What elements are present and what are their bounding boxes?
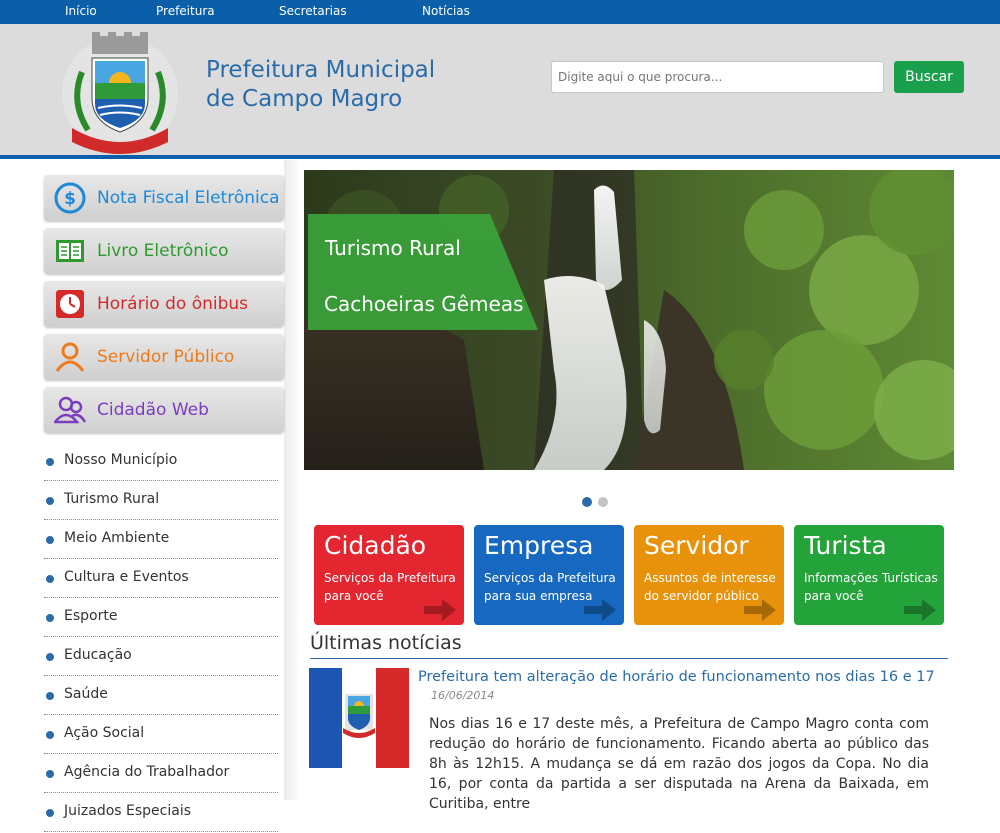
bullet-icon bbox=[46, 497, 54, 505]
sidebar-link-label: Agência do Trabalhador bbox=[64, 764, 230, 780]
sidebar-link-label: Cultura e Eventos bbox=[64, 569, 189, 585]
news-divider bbox=[310, 658, 948, 659]
arrow-right-icon bbox=[584, 599, 616, 621]
site-title[interactable]: Prefeitura Municipal de Campo Magro bbox=[206, 56, 435, 114]
tile-title: Turista bbox=[804, 531, 887, 560]
slider-dot[interactable] bbox=[598, 497, 608, 507]
site-header: Prefeitura Municipal de Campo Magro Busc… bbox=[0, 24, 1000, 155]
bullet-icon bbox=[46, 653, 54, 661]
sidebar-link-meio-ambiente[interactable]: Meio Ambiente bbox=[44, 521, 278, 559]
tile-title: Empresa bbox=[484, 531, 594, 560]
quick-link-label: Cidadão Web bbox=[97, 400, 209, 420]
person-icon bbox=[55, 342, 85, 372]
bullet-icon bbox=[46, 575, 54, 583]
quick-link-label: Horário do ônibus bbox=[97, 294, 249, 314]
site-title-line2: de Campo Magro bbox=[206, 86, 403, 112]
quick-link-cidadao-web[interactable]: Cidadão Web bbox=[44, 387, 284, 433]
tile-servidor[interactable]: Servidor Assuntos de interesse do servid… bbox=[634, 525, 784, 625]
bullet-icon bbox=[46, 692, 54, 700]
tile-turista[interactable]: Turista Informações Turísticas para você bbox=[794, 525, 944, 625]
sidebar-link-label: Juizados Especiais bbox=[64, 803, 192, 819]
quick-link-label: Livro Eletrônico bbox=[97, 241, 229, 261]
quick-link-label: Servidor Público bbox=[97, 347, 235, 367]
nav-item-noticias[interactable]: Notícias bbox=[422, 4, 470, 18]
tile-empresa[interactable]: Empresa Serviços da Prefeitura para sua … bbox=[474, 525, 624, 625]
sidebar-link-agencia-trabalhador[interactable]: Agência do Trabalhador bbox=[44, 755, 278, 793]
bullet-icon bbox=[46, 731, 54, 739]
dollar-coin-icon: $ bbox=[54, 182, 86, 214]
arrow-right-icon bbox=[424, 599, 456, 621]
sidebar-link-label: Educação bbox=[64, 647, 132, 663]
sidebar-link-label: Saúde bbox=[64, 686, 108, 702]
nav-item-prefeitura[interactable]: Prefeitura bbox=[156, 4, 215, 18]
news-item-date: 16/06/2014 bbox=[431, 689, 495, 702]
people-icon bbox=[54, 396, 86, 424]
open-book-icon bbox=[56, 240, 84, 262]
bullet-icon bbox=[46, 614, 54, 622]
sidebar-link-turismo-rural[interactable]: Turismo Rural bbox=[44, 482, 278, 520]
bullet-icon bbox=[46, 770, 54, 778]
news-item-body: Nos dias 16 e 17 deste mês, a Prefeitura… bbox=[429, 716, 929, 812]
slider-pagination bbox=[582, 492, 614, 511]
slider-dot-active[interactable] bbox=[582, 497, 592, 507]
tile-cidadao[interactable]: Cidadão Serviços da Prefeitura para você bbox=[314, 525, 464, 625]
sidebar-link-acao-social[interactable]: Ação Social bbox=[44, 716, 278, 754]
site-title-line1: Prefeitura Municipal bbox=[206, 57, 436, 83]
arrow-right-icon bbox=[904, 599, 936, 621]
sidebar: $ Nota Fiscal Eletrônica Livro Eletrônic… bbox=[44, 175, 284, 832]
news-heading: Últimas notícias bbox=[310, 632, 462, 654]
sidebar-link-label: Meio Ambiente bbox=[64, 530, 170, 546]
sidebar-link-esporte[interactable]: Esporte bbox=[44, 599, 278, 637]
tile-title: Cidadão bbox=[324, 531, 427, 560]
svg-text:$: $ bbox=[64, 189, 76, 209]
sidebar-links: Nosso Município Turismo Rural Meio Ambie… bbox=[44, 443, 278, 833]
sidebar-link-cultura-eventos[interactable]: Cultura e Eventos bbox=[44, 560, 278, 598]
top-navigation: Início Prefeitura Secretarias Notícias bbox=[0, 0, 1000, 24]
slide-caption-line2: Cachoeiras Gêmeas bbox=[324, 292, 524, 316]
clock-icon bbox=[56, 290, 84, 318]
quick-link-nota-fiscal[interactable]: $ Nota Fiscal Eletrônica bbox=[44, 175, 284, 221]
bullet-icon bbox=[46, 536, 54, 544]
sidebar-link-nosso-municipio[interactable]: Nosso Município bbox=[44, 443, 278, 481]
quick-link-horario-onibus[interactable]: Horário do ônibus bbox=[44, 281, 284, 327]
news-item-title[interactable]: Prefeitura tem alteração de horário de f… bbox=[418, 669, 935, 685]
sidebar-link-label: Ação Social bbox=[64, 725, 145, 741]
city-coat-of-arms-logo[interactable] bbox=[60, 32, 180, 154]
bullet-icon bbox=[46, 809, 54, 817]
quick-link-servidor-publico[interactable]: Servidor Público bbox=[44, 334, 284, 380]
sidebar-link-label: Esporte bbox=[64, 608, 118, 624]
sidebar-link-label: Turismo Rural bbox=[64, 491, 160, 507]
tile-title: Servidor bbox=[644, 531, 749, 560]
sidebar-link-educacao[interactable]: Educação bbox=[44, 638, 278, 676]
nav-item-inicio[interactable]: Início bbox=[65, 4, 97, 18]
search-button[interactable]: Buscar bbox=[894, 61, 964, 93]
arrow-right-icon bbox=[744, 599, 776, 621]
search-input[interactable] bbox=[551, 61, 884, 93]
bullet-icon bbox=[46, 458, 54, 466]
quick-link-label: Nota Fiscal Eletrônica bbox=[97, 188, 280, 208]
slide-caption-line1: Turismo Rural bbox=[325, 236, 461, 260]
featured-slider[interactable]: Turismo Rural Cachoeiras Gêmeas bbox=[304, 170, 954, 470]
sidebar-link-saude[interactable]: Saúde bbox=[44, 677, 278, 715]
quick-link-livro-eletronico[interactable]: Livro Eletrônico bbox=[44, 228, 284, 274]
news-thumbnail-flag[interactable] bbox=[309, 668, 409, 768]
slide-caption[interactable]: Turismo Rural Cachoeiras Gêmeas bbox=[308, 214, 538, 330]
sidebar-shadow bbox=[284, 160, 300, 800]
header-divider bbox=[0, 155, 1000, 159]
sidebar-link-label: Nosso Município bbox=[64, 452, 178, 468]
nav-item-secretarias[interactable]: Secretarias bbox=[279, 4, 347, 18]
